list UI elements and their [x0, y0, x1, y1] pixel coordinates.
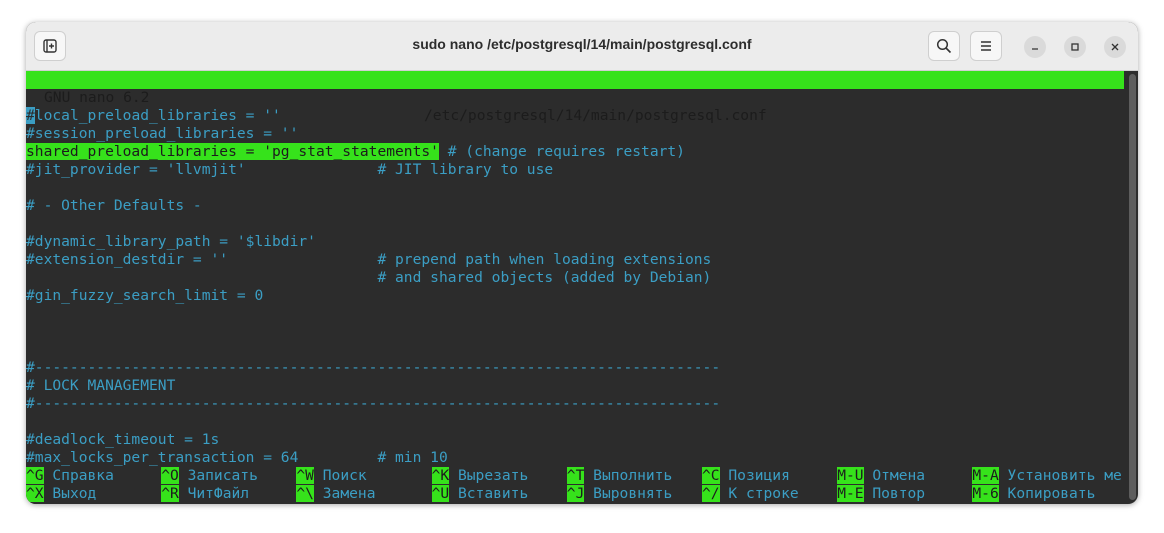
shortcut-key: ^/ [702, 485, 720, 502]
shortcut-label: Замена [322, 485, 376, 502]
shortcut-key: ^X [26, 485, 44, 502]
shortcut-key: ^J [566, 485, 585, 502]
editor-line: #local_preload_libraries = '' [26, 107, 281, 124]
shortcut-key: ^W [296, 467, 314, 484]
nano-filename: /etc/postgresql/14/main/postgresql.conf [424, 107, 767, 124]
maximize-icon [1071, 43, 1079, 51]
shortcut-key: ^U [431, 485, 450, 502]
minimize-button[interactable] [1024, 36, 1046, 58]
shortcut-key: M-E [837, 485, 864, 502]
shortcut-label: Выполнить [593, 467, 673, 484]
editor-line: #---------------------------------------… [26, 395, 721, 412]
shortcut-label: Вырезать [457, 467, 529, 484]
hamburger-icon [981, 41, 991, 51]
editor-line: # and shared objects (added by Debian) [26, 269, 712, 286]
shortcut-item[interactable]: ^/ К строке [702, 485, 799, 503]
shortcut-key: M-6 [972, 485, 999, 502]
shortcut-key: ^O [161, 467, 179, 484]
shortcut-label: Отмена [872, 467, 926, 484]
menu-button[interactable] [970, 31, 1002, 61]
shortcut-key: ^G [26, 467, 44, 484]
terminal-window: sudo nano /etc/postgresql/14/main/postgr… [26, 22, 1138, 504]
editor-line: #dynamic_library_path = '$libdir' [26, 233, 316, 250]
maximize-button[interactable] [1064, 36, 1086, 58]
shortcut-label: Выход [52, 485, 97, 502]
title-bar: sudo nano /etc/postgresql/14/main/postgr… [26, 22, 1138, 71]
shortcut-key: M-A [972, 467, 999, 484]
close-button[interactable] [1104, 36, 1126, 58]
shortcut-item[interactable]: ^C Позиция [702, 467, 790, 485]
search-icon [936, 38, 952, 54]
search-highlight: shared_preload_libraries = 'pg_stat_stat… [26, 143, 439, 160]
editor-line: #max_locks_per_transaction = 64 # min 10 [26, 449, 448, 466]
shortcut-key: ^K [431, 467, 450, 484]
shortcut-item[interactable]: M-E Повтор [837, 485, 925, 503]
editor-line: #extension_destdir = '' # prepend path w… [26, 251, 712, 268]
shortcut-item[interactable]: ^W Поиск [296, 467, 367, 485]
editor-line: # - Other Defaults - [26, 197, 202, 214]
nano-header-bar: GNU nano 6.2 /etc/postgresql/14/main/pos… [26, 71, 1124, 124]
shortcut-item[interactable]: M-A Установить ме [972, 467, 1122, 485]
shortcut-key: ^\ [296, 485, 314, 502]
shortcut-item[interactable]: M-U Отмена [837, 467, 925, 485]
shortcut-item[interactable]: ^T Выполнить [566, 467, 673, 485]
search-button[interactable] [928, 31, 960, 61]
shortcut-item[interactable]: ^X Выход [26, 485, 96, 503]
shortcut-item[interactable]: M-6 Копировать [972, 485, 1095, 503]
editor-line: #jit_provider = 'llvmjit' # JIT library … [26, 161, 554, 178]
shortcut-item[interactable]: ^J Выровнять [566, 485, 673, 503]
nano-version: GNU nano 6.2 [44, 89, 150, 106]
shortcut-item[interactable]: ^G Справка [26, 467, 114, 485]
shortcut-label: Установить ме [1007, 467, 1122, 484]
shortcut-label: Записать [187, 467, 258, 484]
shortcut-item[interactable]: ^O Записать [161, 467, 258, 485]
terminal-content[interactable]: GNU nano 6.2 /etc/postgresql/14/main/pos… [26, 71, 1126, 504]
editor-line: #deadlock_timeout = 1s [26, 431, 220, 448]
shortcut-label: ЧитФайл [187, 485, 250, 502]
shortcut-key: M-U [837, 467, 864, 484]
shortcut-label: Позиция [728, 467, 790, 484]
shortcut-label: Вставить [457, 485, 529, 502]
shortcut-label: Выровнять [593, 485, 673, 502]
shortcut-item[interactable]: ^U Вставить [431, 485, 529, 503]
editor-line: #session_preload_libraries = '' [26, 125, 299, 142]
shortcut-item[interactable]: ^R ЧитФайл [161, 485, 249, 503]
scrollbar[interactable] [1129, 74, 1136, 500]
shortcut-key: ^C [702, 467, 720, 484]
shortcut-item[interactable]: ^K Вырезать [431, 467, 529, 485]
editor-line: # LOCK MANAGEMENT [26, 377, 176, 394]
editor-line-highlighted: shared_preload_libraries = 'pg_stat_stat… [26, 143, 685, 160]
shortcut-label: Повтор [872, 485, 926, 502]
text-cursor: # [26, 107, 35, 124]
shortcut-key: ^T [566, 467, 585, 484]
shortcut-label: К строке [728, 485, 799, 502]
shortcut-label: Справка [52, 467, 114, 484]
editor-line: #gin_fuzzy_search_limit = 0 [26, 287, 264, 304]
minimize-icon [1032, 48, 1038, 50]
shortcut-label: Копировать [1007, 485, 1096, 502]
shortcut-label: Поиск [322, 467, 367, 484]
shortcut-key: ^R [161, 485, 179, 502]
editor-line: #---------------------------------------… [26, 359, 721, 376]
close-icon [1111, 43, 1119, 51]
shortcut-item[interactable]: ^\ Замена [296, 485, 375, 503]
